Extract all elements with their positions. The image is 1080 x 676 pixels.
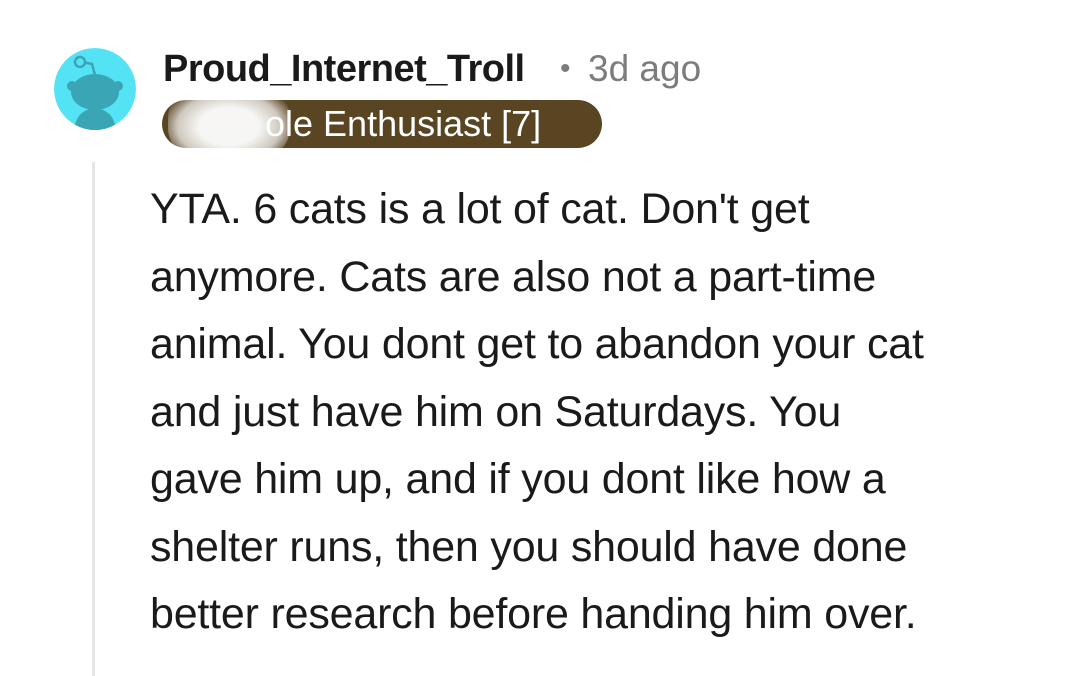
snoo-avatar-icon	[54, 48, 136, 130]
thread-line[interactable]	[92, 162, 95, 676]
user-avatar[interactable]	[54, 48, 136, 130]
comment: Proud_Internet_Troll • 3d ago ole Enthus…	[0, 0, 1080, 676]
username-link[interactable]: Proud_Internet_Troll	[163, 46, 525, 92]
meta-separator: •	[560, 52, 571, 85]
comment-timestamp: 3d ago	[588, 48, 702, 89]
redaction-blur	[168, 88, 290, 158]
comment-body: YTA. 6 cats is a lot of cat. Don't get a…	[150, 185, 924, 638]
